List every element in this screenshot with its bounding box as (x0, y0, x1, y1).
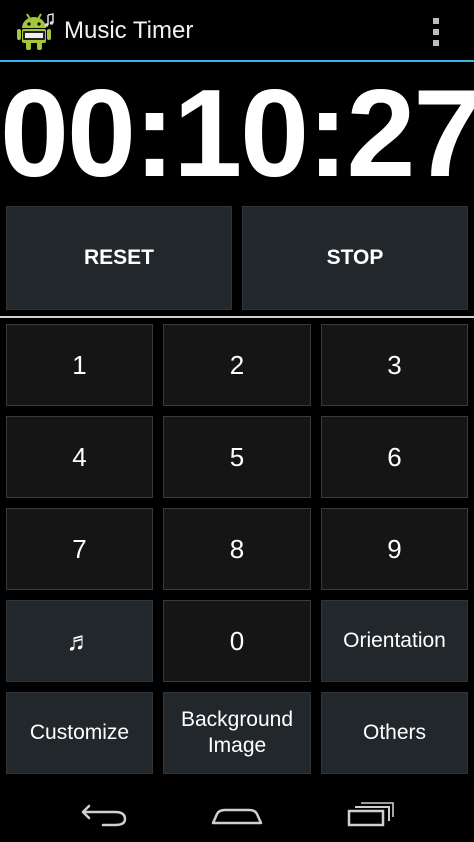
back-icon[interactable] (75, 792, 135, 832)
home-icon[interactable] (207, 792, 267, 832)
key-8[interactable]: 8 (163, 508, 311, 590)
action-bar: Music Timer (0, 0, 474, 62)
android-app-icon[interactable] (17, 11, 55, 51)
key-0[interactable]: 0 (163, 600, 311, 682)
key-1[interactable]: 1 (6, 324, 153, 406)
key-6[interactable]: 6 (321, 416, 468, 498)
orientation-button[interactable]: Orientation (321, 600, 468, 682)
recents-icon[interactable] (341, 792, 401, 832)
background-image-label-line1: Background (180, 708, 294, 731)
reset-button[interactable]: RESET (6, 206, 232, 310)
overflow-menu-icon[interactable] (428, 16, 444, 48)
others-button[interactable]: Others (321, 692, 468, 774)
key-4[interactable]: 4 (6, 416, 153, 498)
app-title: Music Timer (64, 17, 194, 44)
timer-display: 00:10:27 (0, 65, 474, 203)
music-button[interactable]: ♬ (6, 600, 153, 682)
background-image-label-line2: Image (207, 734, 267, 757)
key-3[interactable]: 3 (321, 324, 468, 406)
background-image-button[interactable]: Background Image (163, 692, 311, 774)
key-7[interactable]: 7 (6, 508, 153, 590)
key-5[interactable]: 5 (163, 416, 311, 498)
customize-button[interactable]: Customize (6, 692, 153, 774)
key-9[interactable]: 9 (321, 508, 468, 590)
divider (0, 316, 474, 318)
key-2[interactable]: 2 (163, 324, 311, 406)
music-note-icon: ♬ (66, 625, 93, 656)
navigation-bar (0, 780, 474, 842)
stop-button[interactable]: STOP (242, 206, 468, 310)
